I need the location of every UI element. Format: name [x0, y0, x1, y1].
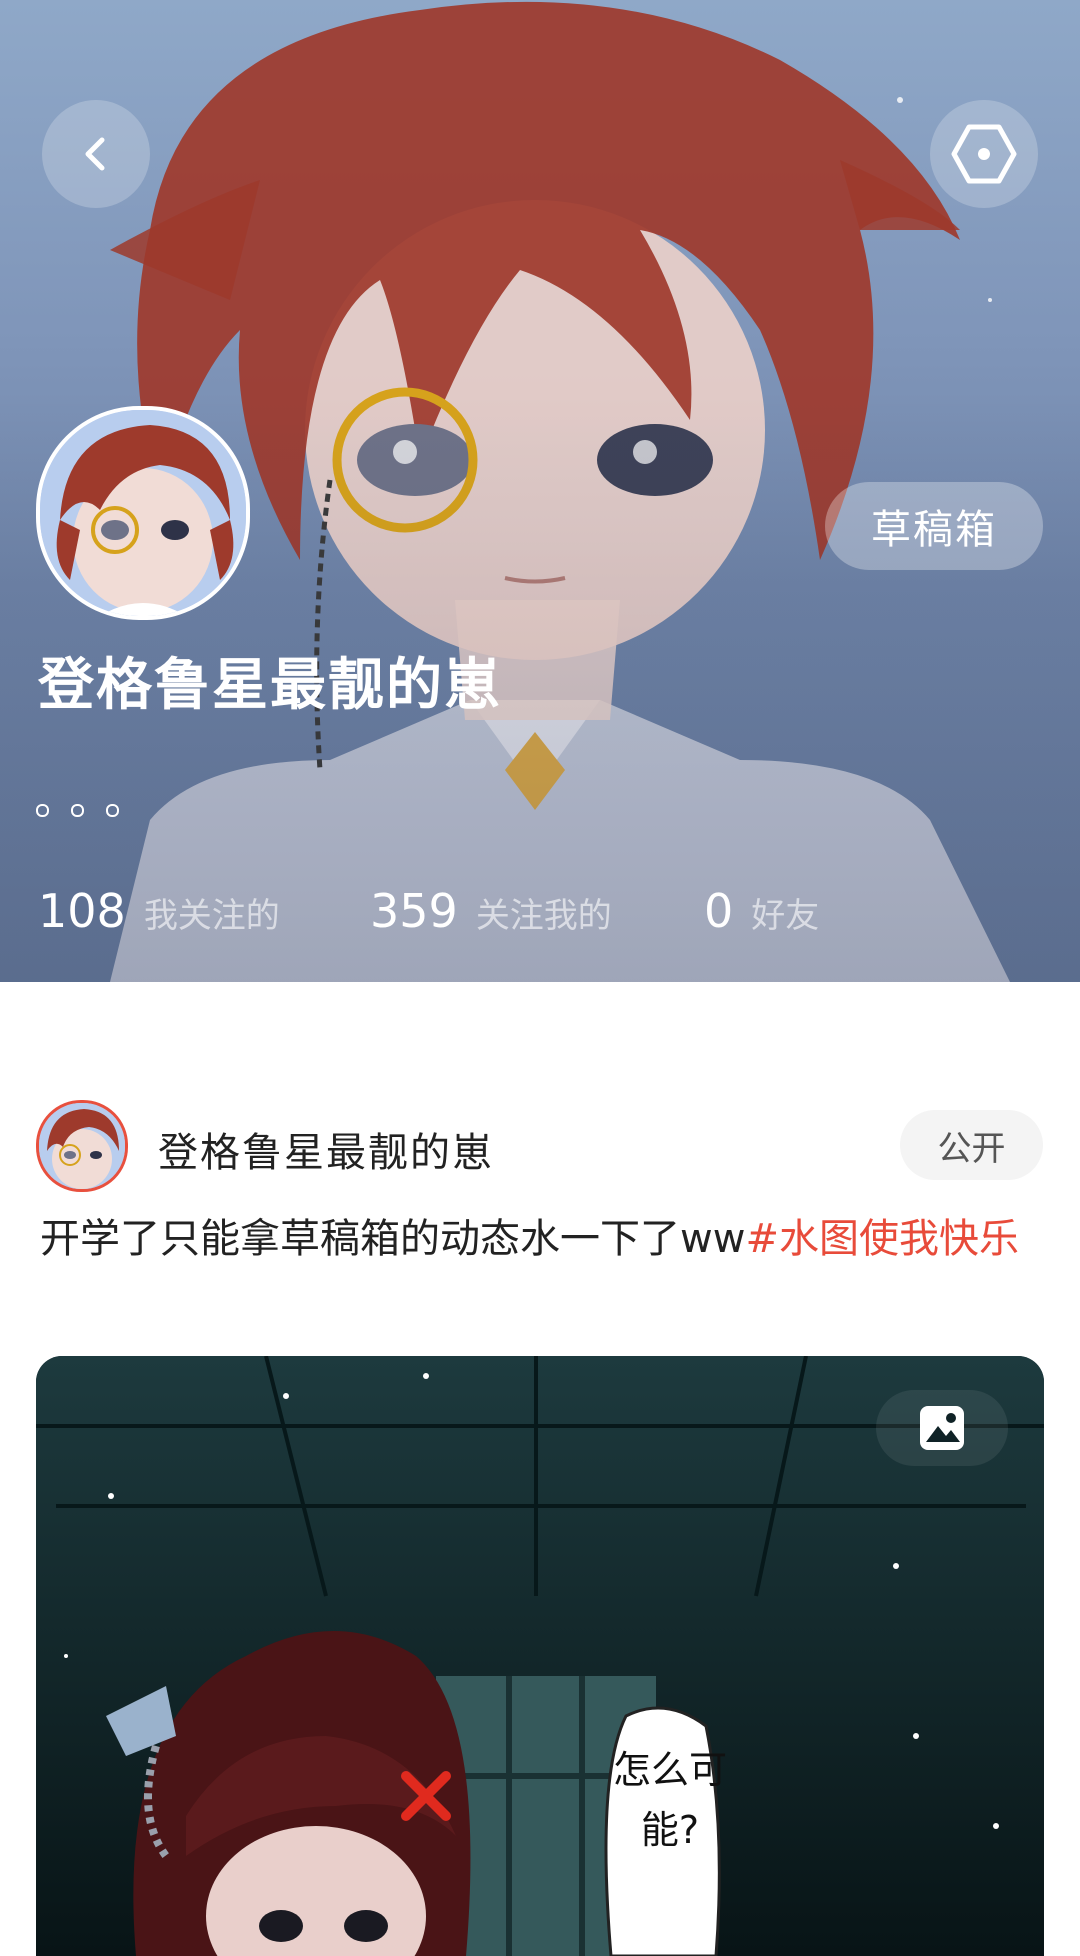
stat-following-count: 108: [38, 884, 126, 938]
dot: [71, 804, 84, 817]
speech-bubble-text: 怎么可能?: [612, 1748, 727, 1852]
post-author-name[interactable]: 登格鲁星最靓的崽: [158, 1120, 494, 1178]
profile-avatar[interactable]: [36, 406, 250, 620]
hashtag-link[interactable]: #水图使我快乐: [745, 1216, 1019, 1262]
image-type-button[interactable]: [876, 1390, 1008, 1466]
more-dots[interactable]: [36, 804, 119, 817]
stat-following-label: 我关注的: [143, 896, 280, 936]
dot: [106, 804, 119, 817]
visibility-badge[interactable]: 公开: [900, 1110, 1043, 1180]
chevron-left-icon: [85, 137, 105, 171]
stat-followers-count: 359: [370, 884, 458, 938]
hexagon-settings-icon: [951, 124, 1017, 184]
post-text: 开学了只能拿草稿箱的动态水一下了ww#水图使我快乐: [40, 1208, 1040, 1270]
post-author-avatar[interactable]: [36, 1100, 128, 1192]
post-body: 开学了只能拿草稿箱的动态水一下了ww: [40, 1216, 746, 1262]
back-button[interactable]: [42, 100, 150, 208]
image-icon: [920, 1406, 964, 1450]
stat-friends-count: 0: [704, 884, 734, 938]
settings-button[interactable]: [930, 100, 1038, 208]
stat-following[interactable]: 108 我关注的: [38, 884, 280, 938]
stat-friends-label: 好友: [751, 896, 820, 936]
drafts-button[interactable]: 草稿箱: [825, 482, 1043, 570]
profile-header: 草稿箱 登格鲁星最靓的崽 108 我关注的 359 关注我的 0 好友: [0, 0, 1080, 982]
stat-followers-label: 关注我的: [475, 896, 612, 936]
profile-name: 登格鲁星最靓的崽: [38, 653, 502, 718]
stat-followers[interactable]: 359 关注我的: [370, 884, 612, 938]
avatar-image: [40, 410, 246, 616]
avatar-image: [39, 1103, 125, 1189]
dot: [36, 804, 49, 817]
stat-friends[interactable]: 0 好友: [704, 884, 819, 938]
